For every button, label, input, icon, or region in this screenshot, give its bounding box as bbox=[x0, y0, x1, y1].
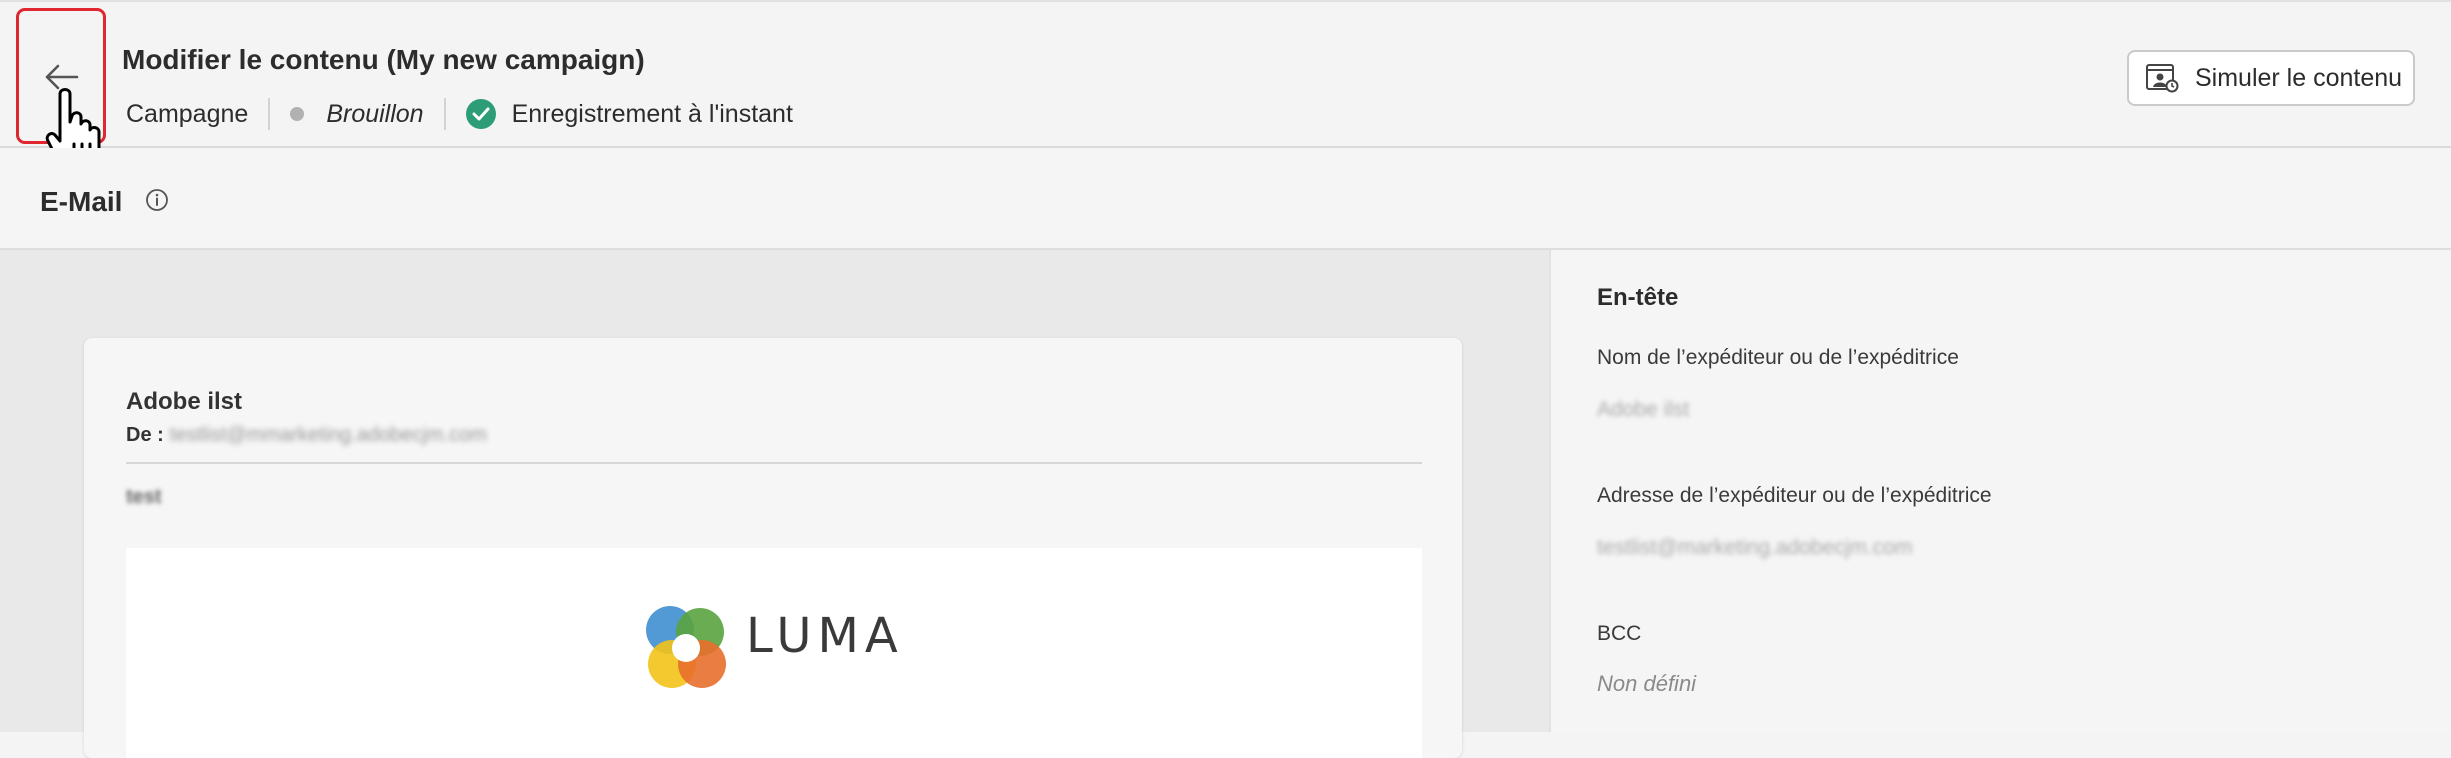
simulate-content-button[interactable]: Simuler le contenu bbox=[2127, 50, 2415, 106]
email-preview-card: Adobe ilst De : testlist@mmarketing.adob… bbox=[84, 338, 1462, 758]
simulate-preview-icon bbox=[2146, 64, 2179, 93]
from-line: De : testlist@mmarketing.adobecjm.com bbox=[126, 424, 487, 447]
bcc-value[interactable]: Non défini bbox=[1597, 671, 1696, 697]
bcc-label: BCC bbox=[1597, 622, 1642, 645]
luma-logo-icon bbox=[646, 606, 726, 688]
sender-address-label: Adresse de l’expéditeur ou de l’expéditr… bbox=[1597, 484, 1992, 507]
panel-title: En-tête bbox=[1597, 284, 1679, 311]
breadcrumb-campaign[interactable]: Campagne bbox=[126, 100, 248, 129]
header-bar: Modifier le contenu (My new campaign) Ca… bbox=[0, 0, 2451, 172]
sender-name-value[interactable]: Adobe ilst bbox=[1597, 398, 1689, 422]
page-title: Modifier le contenu (My new campaign) bbox=[122, 44, 645, 75]
sender-name-label: Nom de l’expéditeur ou de l’expéditrice bbox=[1597, 346, 1959, 369]
from-label: De : bbox=[126, 424, 164, 446]
email-preview-area: Adobe ilst De : testlist@mmarketing.adob… bbox=[0, 250, 1549, 758]
header-settings-panel: En-tête Nom de l’expéditeur ou de l’expé… bbox=[1549, 250, 2451, 732]
section-header: E-Mail bbox=[0, 148, 2451, 250]
checkmark-circle-icon bbox=[465, 99, 496, 129]
from-address: testlist@mmarketing.adobecjm.com bbox=[169, 424, 487, 446]
info-icon[interactable] bbox=[145, 188, 169, 212]
meta-row: Campagne Brouillon Enregistrement à l'in… bbox=[126, 96, 793, 132]
email-subject: test bbox=[126, 486, 162, 508]
logo-wordmark: LUMA bbox=[746, 608, 904, 664]
email-body: LUMA bbox=[126, 548, 1422, 758]
divider bbox=[268, 98, 271, 130]
status-label: Brouillon bbox=[326, 99, 424, 128]
section-title: E-Mail bbox=[40, 186, 123, 217]
sender-address-value[interactable]: testlist@marketing.adobecjm.com bbox=[1597, 536, 1912, 560]
save-status: Enregistrement à l'instant bbox=[511, 99, 793, 128]
status-dot-icon bbox=[290, 107, 305, 121]
simulate-content-label: Simuler le contenu bbox=[2195, 63, 2403, 92]
sender-name: Adobe ilst bbox=[126, 388, 243, 415]
divider bbox=[443, 98, 446, 130]
divider bbox=[126, 462, 1422, 464]
